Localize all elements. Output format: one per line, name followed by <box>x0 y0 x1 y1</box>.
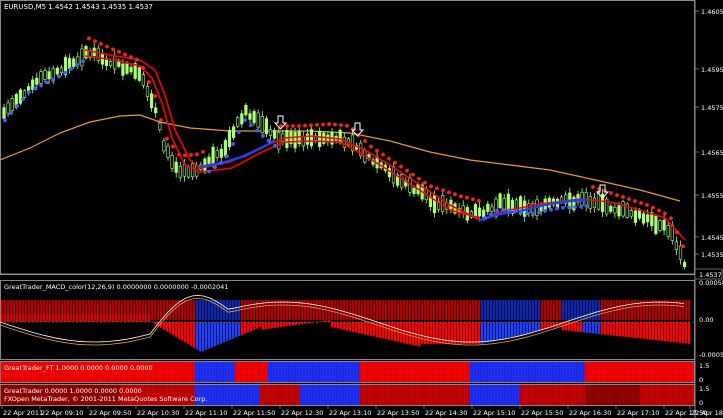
time-tick: 22 Apr 15:50 <box>521 409 563 417</box>
svg-text:0.00058: 0.00058 <box>699 279 723 287</box>
price-tick: 1.4605 <box>701 8 723 16</box>
price-tick: 1.4535 <box>701 251 723 259</box>
time-tick: 22 Apr 11:50 <box>233 409 275 417</box>
svg-text:0: 0 <box>699 376 703 384</box>
price-tick: 1.4595 <box>701 66 723 74</box>
time-tick: 22 Apr 16:30 <box>569 409 611 417</box>
price-tick: 1.4575 <box>701 104 723 112</box>
time-tick: 22 Apr 09:50 <box>89 409 131 417</box>
current-price-label: 1.4537 <box>699 271 722 279</box>
price-tick: 1.4555 <box>701 192 723 200</box>
svg-text:1.5: 1.5 <box>699 385 709 393</box>
copyright-text: FXOpen MetaTrader, © 2001-2011 MetaQuote… <box>4 395 207 403</box>
svg-text:1.5: 1.5 <box>699 362 709 370</box>
time-tick: 22 Apr 14:30 <box>425 409 467 417</box>
time-tick: 22 Apr 2011 <box>3 409 43 417</box>
price-tick: 1.4545 <box>701 234 723 242</box>
macd-label: GreatTrader_MACD_color(12,26,9) 0.000000… <box>4 283 228 291</box>
time-tick: 22 Apr 09:10 <box>41 409 83 417</box>
greattrader-label: GreatTrader 0.0000 1.0000 0.0000 0.0000 <box>4 387 142 395</box>
time-tick: 22 Apr 17:10 <box>617 409 659 417</box>
time-tick: 22 Apr 15:10 <box>473 409 515 417</box>
time-tick: 22 Apr 10:30 <box>137 409 179 417</box>
time-tick: 22 Apr 11:10 <box>185 409 227 417</box>
svg-text:0.00: 0.00 <box>699 316 713 324</box>
svg-text:0: 0 <box>699 399 703 407</box>
time-tick: 22 Apr 13:10 <box>329 409 371 417</box>
svg-text:-0.00053: -0.00053 <box>699 351 723 359</box>
metatrader-chart-window[interactable]: 1.4605 1.4595 1.4575 1.4565 1.4555 1.4545 1.45… <box>0 0 723 418</box>
time-tick: 22 Apr 13:50 <box>377 409 419 417</box>
ft-label: GreatTrader_FT 1.0000 0.0000 0.0000 0.00… <box>4 364 153 372</box>
time-tick: 22 Apr 12:30 <box>281 409 323 417</box>
chart-header: EURUSD,M5 1.4542 1.4543 1.4535 1.4537 <box>4 3 153 11</box>
price-tick: 1.4565 <box>701 149 723 157</box>
time-tick: 22 Apr 18:30 <box>691 409 723 417</box>
